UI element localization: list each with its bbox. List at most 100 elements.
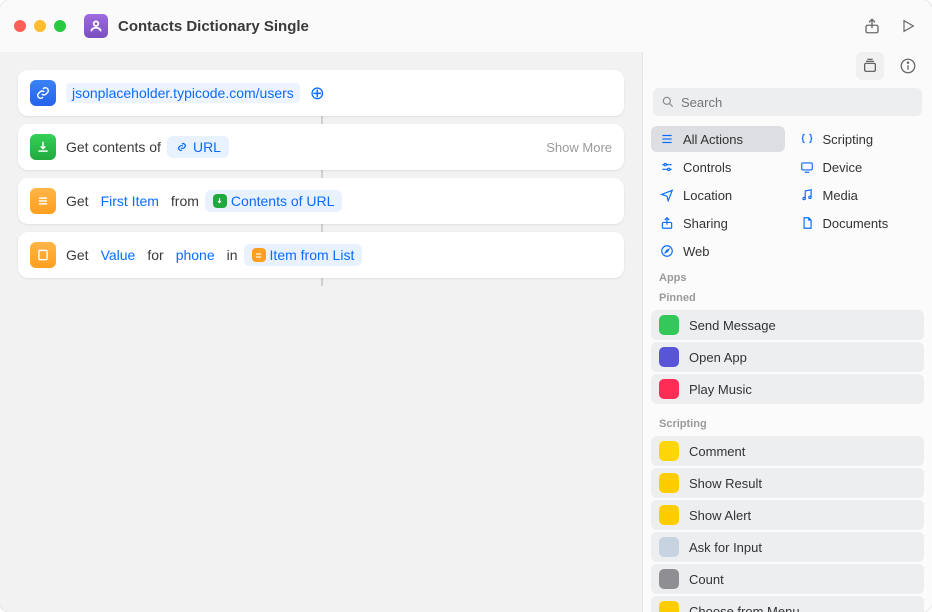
category-label: Media xyxy=(823,188,858,203)
action-label: Get contents of xyxy=(66,139,161,155)
shortcut-icon xyxy=(84,14,108,38)
action-open-app[interactable]: Open App xyxy=(651,342,924,372)
library-sidebar: All Actions Scripting Controls Device Locati… xyxy=(642,52,932,612)
token-first-item[interactable]: First Item xyxy=(95,191,165,211)
category-label: Web xyxy=(683,244,710,259)
doc-icon xyxy=(799,215,815,231)
search-icon xyxy=(661,95,675,109)
list-icon xyxy=(659,131,675,147)
apps-section-label: Apps xyxy=(643,266,932,286)
category-label: Location xyxy=(683,188,732,203)
variable-label: Item from List xyxy=(270,247,355,263)
search-field[interactable] xyxy=(653,88,922,116)
library-toggle-button[interactable] xyxy=(856,52,884,80)
close-window-button[interactable] xyxy=(14,20,26,32)
link-icon xyxy=(30,80,56,106)
dictionary-icon xyxy=(30,242,56,268)
action-ask-for-input[interactable]: Ask for Input xyxy=(651,532,924,562)
category-all-actions[interactable]: All Actions xyxy=(651,126,785,152)
location-icon xyxy=(659,187,675,203)
action-comment[interactable]: Comment xyxy=(651,436,924,466)
category-label: All Actions xyxy=(683,132,743,147)
category-label: Scripting xyxy=(823,132,874,147)
zoom-window-button[interactable] xyxy=(54,20,66,32)
braces-icon xyxy=(799,131,815,147)
action-play-music[interactable]: Play Music xyxy=(651,374,924,404)
action-icon xyxy=(659,569,679,589)
category-web[interactable]: Web xyxy=(651,238,785,264)
word-from: from xyxy=(171,193,199,209)
category-device[interactable]: Device xyxy=(791,154,925,180)
category-scripting[interactable]: Scripting xyxy=(791,126,925,152)
word-in: in xyxy=(227,247,238,263)
variable-url[interactable]: URL xyxy=(167,136,229,158)
action-label: Play Music xyxy=(689,382,752,397)
scripting-section-label: Scripting xyxy=(643,412,932,432)
list-icon xyxy=(30,188,56,214)
action-get-first-item[interactable]: Get First Item from Contents of URL xyxy=(18,178,624,224)
action-icon xyxy=(659,441,679,461)
category-label: Sharing xyxy=(683,216,728,231)
download-icon xyxy=(30,134,56,160)
action-get-contents[interactable]: Get contents of URL Show More xyxy=(18,124,624,170)
add-url-button[interactable]: ⊕ xyxy=(310,83,325,104)
shortcut-editor[interactable]: jsonplaceholder.typicode.com/users ⊕ Get… xyxy=(0,52,642,612)
category-label: Device xyxy=(823,160,863,175)
category-location[interactable]: Location xyxy=(651,182,785,208)
action-send-message[interactable]: Send Message xyxy=(651,310,924,340)
action-icon xyxy=(659,347,679,367)
action-count[interactable]: Count xyxy=(651,564,924,594)
device-icon xyxy=(799,159,815,175)
url-field[interactable]: jsonplaceholder.typicode.com/users xyxy=(66,83,300,103)
category-label: Controls xyxy=(683,160,731,175)
action-get-value[interactable]: Get Value for phone in Item from List xyxy=(18,232,624,278)
action-icon xyxy=(659,379,679,399)
action-icon xyxy=(659,537,679,557)
run-icon[interactable] xyxy=(898,16,918,36)
category-documents[interactable]: Documents xyxy=(791,210,925,236)
music-icon xyxy=(799,187,815,203)
variable-label: URL xyxy=(193,139,221,155)
action-icon xyxy=(659,601,679,612)
scripting-list: Comment Show Result Show Alert Ask for Inpu… xyxy=(643,432,932,612)
action-icon xyxy=(659,315,679,335)
token-value[interactable]: Value xyxy=(95,245,142,265)
variable-label: Contents of URL xyxy=(231,193,335,209)
action-label: Comment xyxy=(689,444,745,459)
action-choose-from-menu[interactable]: Choose from Menu xyxy=(651,596,924,612)
category-grid: All Actions Scripting Controls Device Locati… xyxy=(643,124,932,266)
share-icon[interactable] xyxy=(862,16,882,36)
category-sharing[interactable]: Sharing xyxy=(651,210,785,236)
action-label: Show Alert xyxy=(689,508,751,523)
variable-item-from-list[interactable]: Item from List xyxy=(244,244,363,266)
word-for: for xyxy=(147,247,163,263)
minimize-window-button[interactable] xyxy=(34,20,46,32)
window-title: Contacts Dictionary Single xyxy=(118,18,862,35)
action-show-alert[interactable]: Show Alert xyxy=(651,500,924,530)
window-body: jsonplaceholder.typicode.com/users ⊕ Get… xyxy=(0,52,932,612)
action-label: Count xyxy=(689,572,724,587)
action-label: Choose from Menu xyxy=(689,604,800,612)
action-label: Send Message xyxy=(689,318,776,333)
info-icon[interactable] xyxy=(898,56,918,76)
action-show-result[interactable]: Show Result xyxy=(651,468,924,498)
app-window: Contacts Dictionary Single jsonplacehold… xyxy=(0,0,932,612)
show-more-button[interactable]: Show More xyxy=(546,140,612,155)
category-controls[interactable]: Controls xyxy=(651,154,785,180)
search-input[interactable] xyxy=(681,95,914,110)
token-key[interactable]: phone xyxy=(170,245,221,265)
action-label: Show Result xyxy=(689,476,762,491)
pinned-list: Send Message Open App Play Music xyxy=(643,306,932,412)
word-get: Get xyxy=(66,247,89,263)
sidebar-toolbar xyxy=(643,52,932,80)
category-media[interactable]: Media xyxy=(791,182,925,208)
action-icon xyxy=(659,473,679,493)
slider-icon xyxy=(659,159,675,175)
titlebar: Contacts Dictionary Single xyxy=(0,0,932,52)
pinned-section-label: Pinned xyxy=(643,286,932,306)
share-icon xyxy=(659,215,675,231)
variable-contents-of-url[interactable]: Contents of URL xyxy=(205,190,343,212)
action-label: Open App xyxy=(689,350,747,365)
action-url[interactable]: jsonplaceholder.typicode.com/users ⊕ xyxy=(18,70,624,116)
word-get: Get xyxy=(66,193,89,209)
